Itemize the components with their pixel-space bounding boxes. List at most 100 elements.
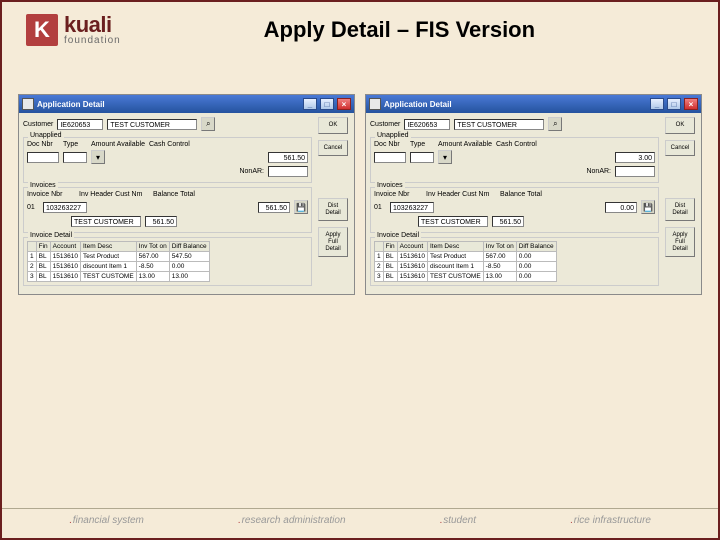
th-inv: Inv Tot on (136, 242, 169, 252)
inv-idx: 01 (374, 204, 386, 211)
invcust-header: Inv Header Cust Nm (426, 191, 496, 198)
table-row[interactable]: 2BL1513610discount Item 1-8.500.00 (375, 262, 557, 272)
close-button[interactable]: × (684, 98, 698, 110)
th-acct: Account (397, 242, 427, 252)
table-row[interactable]: 1BL1513610Test Product567.00547.50 (28, 252, 210, 262)
invcust-header: Inv Header Cust Nm (79, 191, 149, 198)
chevron-down-icon[interactable]: ▾ (438, 150, 452, 164)
unapplied-section: Unapplied Doc Nbr Type Amount Available … (23, 137, 312, 183)
table-row[interactable]: 2BL1513610discount Item 1-8.500.00 (28, 262, 210, 272)
nonar-field[interactable] (268, 166, 308, 177)
cashcontrol-label: Cash Control (496, 141, 537, 148)
windows-row: Application Detail _ □ × Customer IE6206… (2, 54, 718, 295)
detail-table: Fin Account Item Desc Inv Tot on Diff Ba… (27, 241, 210, 282)
logo-mark: K (26, 14, 58, 46)
docnbr-field[interactable] (27, 152, 59, 163)
th-diff: Diff Balance (169, 242, 209, 252)
th-diff: Diff Balance (516, 242, 556, 252)
customer-label: Customer (23, 121, 53, 128)
chevron-down-icon[interactable]: ▾ (91, 150, 105, 164)
footer-rice: rice infrastructure (570, 515, 651, 526)
save-icon[interactable]: 💾 (294, 200, 308, 214)
header: K kuali foundation Apply Detail – FIS Ve… (2, 2, 718, 54)
close-button[interactable]: × (337, 98, 351, 110)
docnbr-header: Doc Nbr (374, 141, 406, 148)
unapplied-section: Unapplied Doc Nbr Type Amount Available … (370, 137, 659, 183)
lookup-icon[interactable]: ⌕ (548, 117, 562, 131)
cancel-button[interactable]: Cancel (318, 140, 348, 157)
invoices-title: Invoices (28, 182, 58, 189)
inv-nbr[interactable]: 103263227 (390, 202, 434, 213)
amount-header: Amount Available (91, 141, 145, 148)
nonar-label: NonAR: (239, 168, 264, 175)
type-header: Type (410, 141, 434, 148)
detail-title: Invoice Detail (28, 232, 74, 239)
window-title: Application Detail (37, 100, 300, 109)
th-item: Item Desc (80, 242, 136, 252)
th-fin: Fin (36, 242, 50, 252)
th-fin: Fin (383, 242, 397, 252)
app-window-left: Application Detail _ □ × Customer IE6206… (18, 94, 355, 295)
footer-student: student (439, 515, 476, 526)
inv-cust: TEST CUSTOMER (71, 216, 141, 227)
footer: financial system research administration… (2, 508, 718, 526)
customer-name[interactable]: TEST CUSTOMER (107, 119, 197, 130)
th-acct: Account (50, 242, 80, 252)
minimize-button[interactable]: _ (303, 98, 317, 110)
cancel-button[interactable]: Cancel (665, 140, 695, 157)
app-window-right: Application Detail _ □ × Customer IE6206… (365, 94, 702, 295)
titlebar[interactable]: Application Detail _ □ × (366, 95, 701, 113)
customer-label: Customer (370, 121, 400, 128)
nonar-label: NonAR: (586, 168, 611, 175)
customer-name[interactable]: TEST CUSTOMER (454, 119, 544, 130)
cashcontrol-value[interactable]: 3.00 (615, 152, 655, 163)
th-item: Item Desc (427, 242, 483, 252)
inv-nbr[interactable]: 103263227 (43, 202, 87, 213)
inv-cust: TEST CUSTOMER (418, 216, 488, 227)
docnbr-header: Doc Nbr (27, 141, 59, 148)
minimize-button[interactable]: _ (650, 98, 664, 110)
save-icon[interactable]: 💾 (641, 200, 655, 214)
inv-bal2: 561.50 (145, 216, 177, 227)
ok-button[interactable]: OK (665, 117, 695, 134)
table-row[interactable]: 1BL1513610Test Product567.000.00 (375, 252, 557, 262)
table-row[interactable]: 3BL1513610TEST CUSTOME13.000.00 (375, 272, 557, 282)
invoice-detail-section: Invoice Detail Fin Account Item Desc Inv… (370, 237, 659, 286)
ok-button[interactable]: OK (318, 117, 348, 134)
titlebar[interactable]: Application Detail _ □ × (19, 95, 354, 113)
app-icon (369, 98, 381, 110)
th-inv: Inv Tot on (483, 242, 516, 252)
lookup-icon[interactable]: ⌕ (201, 117, 215, 131)
window-title: Application Detail (384, 100, 647, 109)
cashcontrol-label: Cash Control (149, 141, 190, 148)
detail-table: Fin Account Item Desc Inv Tot on Diff Ba… (374, 241, 557, 282)
table-row[interactable]: 3BL1513610TEST CUSTOME13.0013.00 (28, 272, 210, 282)
invnbr-header: Invoice Nbr (27, 191, 75, 198)
nonar-field[interactable] (615, 166, 655, 177)
type-field[interactable] (63, 152, 87, 163)
invoice-detail-section: Invoice Detail Fin Account Item Desc Inv… (23, 237, 312, 286)
footer-research: research administration (238, 515, 346, 526)
page-title: Apply Detail – FIS Version (105, 17, 694, 43)
maximize-button[interactable]: □ (667, 98, 681, 110)
app-icon (22, 98, 34, 110)
apply-full-button[interactable]: Apply Full Detail (665, 227, 695, 257)
customer-code[interactable]: IE620653 (57, 119, 103, 130)
apply-full-button[interactable]: Apply Full Detail (318, 227, 348, 257)
customer-code[interactable]: IE620653 (404, 119, 450, 130)
maximize-button[interactable]: □ (320, 98, 334, 110)
invoices-title: Invoices (375, 182, 405, 189)
dist-detail-button[interactable]: Dist Detail (665, 198, 695, 221)
amount-header: Amount Available (438, 141, 492, 148)
unapplied-title: Unapplied (28, 132, 64, 139)
docnbr-field[interactable] (374, 152, 406, 163)
type-field[interactable] (410, 152, 434, 163)
inv-bal1: 0.00 (605, 202, 637, 213)
invnbr-header: Invoice Nbr (374, 191, 422, 198)
dist-detail-button[interactable]: Dist Detail (318, 198, 348, 221)
cashcontrol-value[interactable]: 561.50 (268, 152, 308, 163)
unapplied-title: Unapplied (375, 132, 411, 139)
invoices-section: Invoices Invoice Nbr Inv Header Cust Nm … (23, 187, 312, 233)
type-header: Type (63, 141, 87, 148)
invoices-section: Invoices Invoice Nbr Inv Header Cust Nm … (370, 187, 659, 233)
